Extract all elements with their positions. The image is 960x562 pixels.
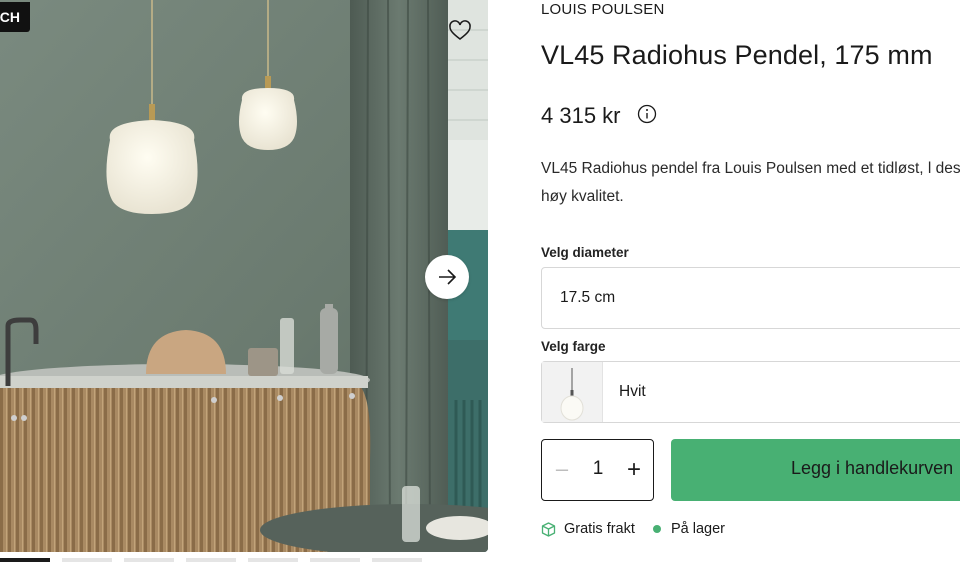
- color-label: Velg farge: [541, 339, 606, 354]
- shipping-info: Gratis frakt: [541, 521, 635, 537]
- quantity-value[interactable]: 1: [588, 458, 608, 480]
- product-description: VL45 Radiohus pendel fra Louis Poulsen m…: [541, 160, 960, 205]
- next-image-button[interactable]: [425, 255, 469, 299]
- info-icon[interactable]: [637, 104, 657, 124]
- thumbnail-indicator[interactable]: [248, 558, 298, 562]
- add-to-cart-button[interactable]: Legg i handlekurven: [671, 439, 960, 501]
- brand-name[interactable]: LOUIS POULSEN: [541, 1, 664, 18]
- stock-status: På lager: [653, 521, 725, 537]
- thumbnail-indicator[interactable]: [186, 558, 236, 562]
- thumbnail-indicator[interactable]: [310, 558, 360, 562]
- decrease-quantity-button[interactable]: –: [552, 456, 572, 484]
- product-title: VL45 Radiohus Pendel, 175 mm: [541, 40, 933, 70]
- diameter-value: 17.5 cm: [560, 289, 616, 306]
- increase-quantity-button[interactable]: +: [622, 456, 646, 484]
- shipping-text: Gratis frakt: [564, 521, 635, 537]
- product-photo: [0, 0, 488, 552]
- thumbnail-indicator[interactable]: [0, 558, 50, 562]
- diameter-select[interactable]: 17.5 cm: [541, 267, 960, 329]
- box-icon: [541, 521, 556, 537]
- quantity-stepper: – 1 +: [541, 439, 654, 501]
- stock-text: På lager: [671, 521, 726, 537]
- thumbnail-indicator[interactable]: [62, 558, 112, 562]
- thumbnail-indicator[interactable]: [372, 558, 422, 562]
- arrow-right-icon: [439, 269, 457, 285]
- color-select[interactable]: Hvit: [541, 361, 960, 423]
- product-gallery[interactable]: CH: [0, 0, 488, 552]
- product-badge: CH: [0, 2, 30, 32]
- product-price: 4 315 kr: [541, 103, 621, 128]
- diameter-label: Velg diameter: [541, 245, 629, 260]
- thumbnail-indicator[interactable]: [124, 558, 174, 562]
- in-stock-dot-icon: [653, 525, 661, 533]
- heart-icon[interactable]: [448, 19, 472, 43]
- product-info: LOUIS POULSEN VL45 Radiohus Pendel, 175 …: [541, 0, 960, 562]
- color-value: Hvit: [619, 383, 646, 400]
- color-swatch: [542, 362, 603, 422]
- thumbnail-indicators[interactable]: [0, 558, 488, 562]
